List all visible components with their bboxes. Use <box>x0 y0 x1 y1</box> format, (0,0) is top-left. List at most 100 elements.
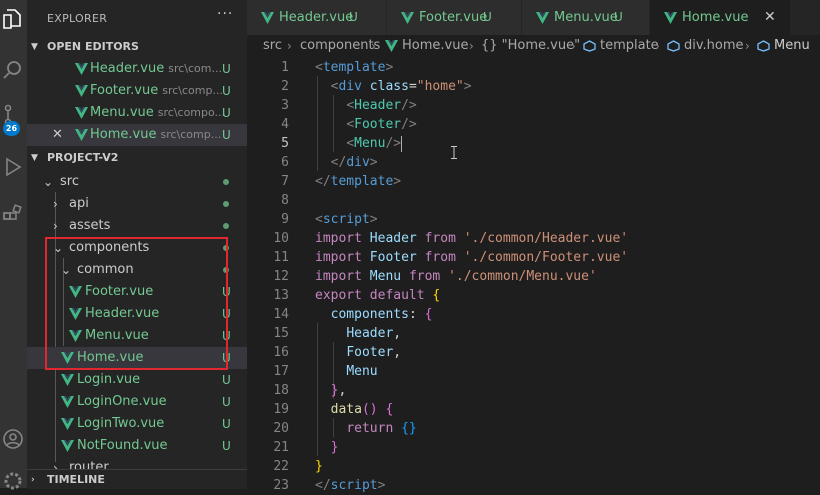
line-number: 1 <box>281 60 289 75</box>
folder-label: router <box>69 460 109 469</box>
chevron-right-icon: › <box>469 39 474 53</box>
untracked-badge: U <box>222 84 231 98</box>
line-number: 8 <box>281 193 289 208</box>
open-editor-item-active[interactable]: ✕ Home.vue src\comp... U <box>27 124 247 146</box>
line-number: 16 <box>273 345 289 360</box>
project-section[interactable]: ▼ PROJECT-V2 <box>27 147 247 169</box>
breadcrumb-item[interactable]: div.home <box>684 35 744 57</box>
open-editor-item[interactable]: Header.vue src\com... U <box>27 58 247 80</box>
vue-file-icon <box>61 440 74 452</box>
vue-file-icon <box>536 12 549 24</box>
account-icon[interactable] <box>2 428 24 450</box>
breadcrumb-item[interactable]: template <box>600 35 659 57</box>
code-line: </template> <box>315 174 402 189</box>
tree-folder[interactable]: › assets <box>27 215 247 237</box>
breadcrumb-item[interactable]: Home.vue <box>402 35 468 57</box>
symbol-structure-icon <box>667 40 680 52</box>
breadcrumb-item[interactable]: {} "Home.vue" <box>481 35 580 57</box>
code-line: <script> <box>315 212 378 227</box>
file-label: NotFound.vue <box>77 438 168 453</box>
breadcrumb-item[interactable]: src <box>263 35 282 57</box>
untracked-badge: U <box>222 439 231 453</box>
code-line: }, <box>330 383 347 398</box>
tab-menu-vue[interactable]: Menu.vue U <box>522 0 649 35</box>
code-line: import Header from './common/Header.vue' <box>315 231 629 246</box>
run-debug-icon[interactable] <box>2 156 24 178</box>
chevron-down-icon: ⌄ <box>43 175 54 189</box>
breadcrumb-item[interactable]: components <box>300 35 380 57</box>
vue-file-icon <box>401 12 414 24</box>
tree-folder[interactable]: ⌄ src <box>27 171 247 193</box>
explorer-icon[interactable] <box>2 8 24 30</box>
code-line: </script> <box>315 478 386 493</box>
tab-header-vue[interactable]: Header.vue U <box>247 0 386 35</box>
chevron-down-icon: ▼ <box>31 153 38 163</box>
open-editor-label: Footer.vue src\comp... <box>90 83 223 98</box>
folder-label: src <box>60 174 79 189</box>
tree-file[interactable]: LoginTwo.vue U <box>27 413 247 435</box>
code-editor[interactable]: 1 <template> 2 <div class="home"> 3 <Header… <box>247 57 820 493</box>
vue-file-icon <box>75 107 88 119</box>
breadcrumb-item[interactable]: Menu <box>774 35 810 57</box>
open-editor-label: Home.vue src\comp... <box>90 127 222 142</box>
extensions-icon[interactable] <box>2 204 24 226</box>
untracked-badge: U <box>222 417 231 431</box>
line-number: 19 <box>273 402 289 417</box>
code-line: <div class="home"> <box>330 79 472 94</box>
line-number: 6 <box>281 155 289 170</box>
editor-tabs: Header.vue U Footer.vue U Menu.vue U Hom… <box>247 0 820 35</box>
tree-file[interactable]: LoginOne.vue U <box>27 391 247 413</box>
activity-bar: 26 <box>0 0 27 490</box>
code-line: components: { <box>330 307 433 322</box>
vue-file-icon <box>61 374 74 386</box>
line-number: 21 <box>273 440 289 455</box>
tree-folder[interactable]: › router <box>27 457 247 469</box>
code-line: Header, <box>346 326 402 341</box>
open-editor-item[interactable]: Footer.vue src\comp... U <box>27 80 247 102</box>
file-label: LoginOne.vue <box>77 394 167 409</box>
vue-file-icon <box>61 418 74 430</box>
modified-dot <box>223 179 229 185</box>
symbol-structure-icon <box>583 40 596 52</box>
timeline-section[interactable]: › TIMELINE <box>27 469 247 489</box>
vue-file-icon <box>261 12 274 24</box>
code-line: <Menu/> <box>346 136 402 151</box>
tab-footer-vue[interactable]: Footer.vue U <box>387 0 521 35</box>
line-number: 20 <box>273 421 289 436</box>
file-label: LoginTwo.vue <box>77 416 165 431</box>
breadcrumb: src › components › Home.vue › {} "Home.v… <box>247 35 820 57</box>
settings-gear-icon[interactable] <box>2 470 24 492</box>
code-line: </div> <box>330 155 378 170</box>
vue-file-icon <box>664 12 677 24</box>
tree-file[interactable]: NotFound.vue U <box>27 435 247 457</box>
more-actions-icon[interactable]: ··· <box>217 6 233 22</box>
untracked-badge: U <box>222 62 231 76</box>
mouse-ibeam-icon <box>451 146 457 159</box>
vue-file-icon <box>75 63 88 75</box>
untracked-badge: U <box>349 10 358 24</box>
chevron-down-icon: ▼ <box>31 42 38 52</box>
tree-folder[interactable]: › api <box>27 193 247 215</box>
vue-file-icon <box>385 40 398 52</box>
line-number: 2 <box>281 79 289 94</box>
line-number: 18 <box>273 383 289 398</box>
chevron-right-icon: › <box>571 39 576 53</box>
close-icon[interactable]: ✕ <box>52 124 63 146</box>
vue-file-icon <box>75 129 88 141</box>
text-cursor <box>401 136 402 152</box>
folder-label: assets <box>69 218 111 233</box>
tab-home-vue[interactable]: Home.vue ✕ <box>650 0 790 35</box>
close-icon[interactable]: ✕ <box>764 0 776 35</box>
open-editor-item[interactable]: Menu.vue src\compo... U <box>27 102 247 124</box>
untracked-badge: U <box>222 106 231 120</box>
code-line: import Menu from './common/Menu.vue' <box>315 269 597 284</box>
open-editors-section[interactable]: ▼ OPEN EDITORS <box>27 36 247 58</box>
line-number: 22 <box>273 459 289 474</box>
code-line: export default { <box>315 288 441 303</box>
chevron-right-icon: › <box>745 39 750 53</box>
modified-dot <box>223 223 229 229</box>
code-line: <Footer/> <box>346 117 417 132</box>
tree-file[interactable]: Login.vue U <box>27 369 247 391</box>
search-icon[interactable] <box>2 58 24 80</box>
source-control-badge: 26 <box>3 121 20 136</box>
